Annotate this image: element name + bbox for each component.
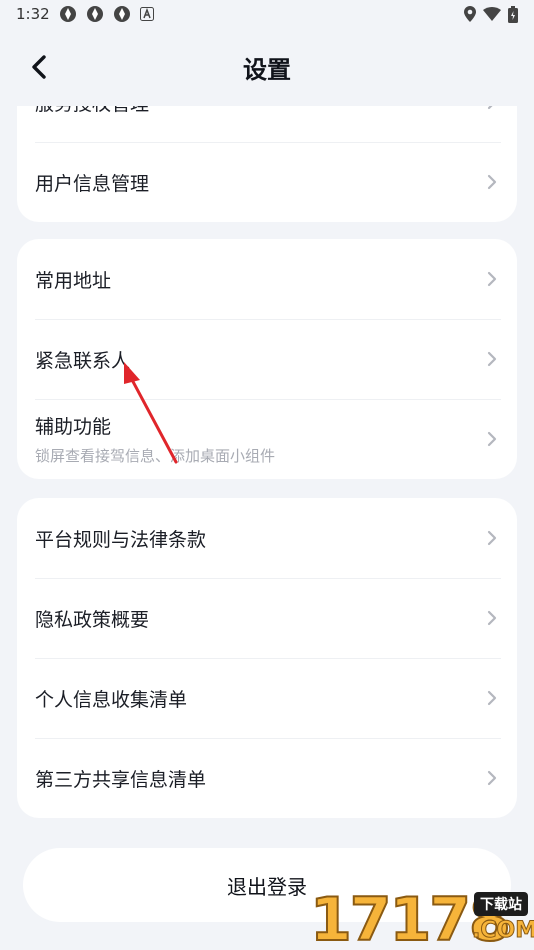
list-item-user-info[interactable]: 用户信息管理 — [17, 142, 517, 222]
settings-group-legal: 平台规则与法律条款 隐私政策概要 个人信息收集清单 第三方共享信息清单 — [17, 498, 517, 818]
list-item-platform-rules[interactable]: 平台规则与法律条款 — [17, 498, 517, 578]
page-title: 设置 — [243, 55, 291, 84]
chevron-right-icon — [487, 770, 497, 786]
app-notification-icon — [113, 6, 130, 22]
list-item-emergency-contact[interactable]: 紧急联系人 — [17, 319, 517, 399]
chevron-right-icon — [487, 690, 497, 706]
list-item-privacy-summary[interactable]: 隐私政策概要 — [17, 578, 517, 658]
list-item-third-party-sharing[interactable]: 第三方共享信息清单 — [17, 738, 517, 818]
watermark-tag: 下载站 — [474, 892, 528, 916]
back-button[interactable] — [22, 50, 56, 84]
status-time: 1:32 — [16, 5, 50, 23]
accessibility-description: 锁屏查看接驾信息、添加桌面小组件 — [35, 447, 276, 465]
chevron-right-icon — [487, 271, 497, 287]
chevron-right-icon — [487, 530, 497, 546]
list-item-common-address[interactable]: 常用地址 — [17, 239, 517, 319]
chevron-left-icon — [32, 55, 46, 79]
battery-icon — [508, 5, 518, 23]
chevron-right-icon — [487, 351, 497, 367]
watermark-domain: .COM — [471, 918, 534, 944]
location-icon — [464, 6, 476, 22]
list-item-personal-info-list[interactable]: 个人信息收集清单 — [17, 658, 517, 738]
chevron-right-icon — [487, 610, 497, 626]
app-notification-icon — [86, 6, 103, 22]
app-notification-icon — [59, 6, 76, 22]
font-notification-icon — [139, 7, 154, 21]
settings-group-safety: 常用地址 紧急联系人 辅助功能 锁屏查看接驾信息、添加桌面小组件 — [17, 239, 517, 479]
nav-bar: 设置 — [0, 28, 534, 106]
list-item-accessibility[interactable]: 辅助功能 锁屏查看接驾信息、添加桌面小组件 — [17, 399, 517, 479]
status-bar: 1:32 — [0, 0, 534, 28]
chevron-right-icon — [487, 431, 497, 447]
chevron-right-icon — [487, 174, 497, 190]
wifi-icon — [483, 7, 501, 21]
